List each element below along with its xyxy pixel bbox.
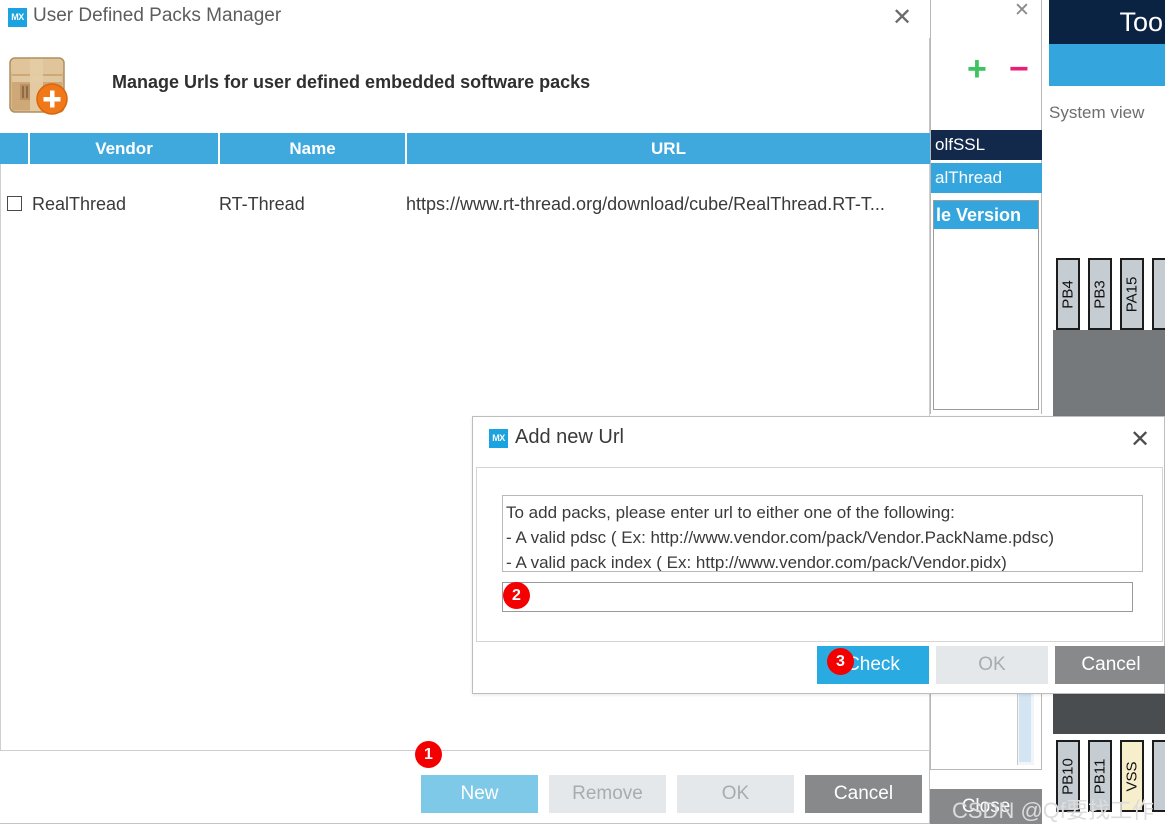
bg-pack-version-panel: le Version xyxy=(933,200,1039,410)
add-url-instructions: To add packs, please enter url to either… xyxy=(502,495,1143,572)
packs-dialog-subtitle: Manage Urls for user defined embedded so… xyxy=(112,72,591,92)
package-add-icon xyxy=(9,57,68,115)
table-column-header-url[interactable]: URL xyxy=(407,133,930,164)
step-badge-2: 2 xyxy=(503,582,530,609)
add-url-body: To add packs, please enter url to either… xyxy=(476,467,1163,642)
mx-logo-icon: MX xyxy=(8,8,27,27)
watermark: CSDN @Qf要找工作 xyxy=(952,798,1155,823)
bg-pack-selector-panel[interactable]: ✕ + − olfSSL alThread le Version xyxy=(930,0,1042,414)
step-badge-1: 1 xyxy=(415,741,442,768)
packs-dialog-title: User Defined Packs Manager xyxy=(33,5,282,26)
pin-pa15: PA15 xyxy=(1120,258,1144,330)
user-defined-packs-manager-dialog: MX User Defined Packs Manager ✕ Manage U… xyxy=(0,0,930,824)
add-new-url-dialog: MX Add new Url ✕ To add packs, please en… xyxy=(472,416,1165,694)
row-url: https://www.rt-thread.org/download/cube/… xyxy=(406,194,885,214)
bg-toolbar-blue-band xyxy=(1049,44,1165,86)
pin-pb3: PB3 xyxy=(1088,258,1112,330)
chip-body-top xyxy=(1053,330,1165,416)
close-icon[interactable]: ✕ xyxy=(888,4,916,32)
instruction-line-3: - A valid pack index ( Ex: http://www.ve… xyxy=(506,553,1007,572)
packs-table-header: Vendor Name URL xyxy=(0,133,930,164)
cancel-button[interactable]: Cancel xyxy=(805,775,922,813)
close-icon[interactable]: ✕ xyxy=(1126,426,1154,454)
pin-label: PB3 xyxy=(1091,280,1109,309)
ok-button[interactable]: OK xyxy=(936,646,1048,684)
add-url-title: Add new Url xyxy=(515,426,624,448)
cancel-button[interactable]: Cancel xyxy=(1055,646,1165,684)
ok-button[interactable]: OK xyxy=(677,775,794,813)
url-input[interactable] xyxy=(502,582,1133,612)
close-icon[interactable]: ✕ xyxy=(1011,0,1033,22)
bg-toolbar-title: Too xyxy=(1049,0,1165,44)
remove-button[interactable]: Remove xyxy=(549,775,666,813)
mx-logo-icon: MX xyxy=(489,429,508,448)
table-column-header-name[interactable]: Name xyxy=(220,133,405,164)
step-badge-3: 3 xyxy=(827,648,854,675)
bg-system-view-label: System view xyxy=(1049,103,1145,122)
pin-label: PA15 xyxy=(1123,276,1141,313)
table-row[interactable]: RealThread RT-Thread https://www.rt-thre… xyxy=(0,168,930,240)
instruction-line-2: - A valid pdsc ( Ex: http://www.vendor.c… xyxy=(506,528,1055,547)
bg-pack-row-wolfssl[interactable]: olfSSL xyxy=(931,130,1042,160)
row-vendor: RealThread xyxy=(32,194,127,214)
chip-body-bottom xyxy=(1053,690,1165,734)
plus-icon[interactable]: + xyxy=(967,52,987,86)
table-column-header-vendor[interactable]: Vendor xyxy=(30,133,218,164)
pin-extra-top xyxy=(1152,258,1165,330)
table-column-header-checkbox[interactable] xyxy=(0,133,28,164)
bg-pack-version-header: le Version xyxy=(934,201,1038,229)
pin-pb4: PB4 xyxy=(1056,258,1080,330)
bg-scrollbar-thumb[interactable] xyxy=(1019,692,1031,762)
row-checkbox[interactable] xyxy=(7,196,22,211)
instruction-line-1: To add packs, please enter url to either… xyxy=(506,503,955,522)
minus-icon[interactable]: − xyxy=(1009,52,1029,86)
add-url-titlebar: MX Add new Url ✕ xyxy=(473,417,1164,459)
row-name: RT-Thread xyxy=(219,194,305,214)
pin-label: PB4 xyxy=(1059,280,1077,309)
new-button[interactable]: New xyxy=(421,775,538,813)
bg-pack-row-realthread[interactable]: alThread xyxy=(931,163,1042,193)
packs-dialog-titlebar: MX User Defined Packs Manager ✕ xyxy=(0,0,930,38)
